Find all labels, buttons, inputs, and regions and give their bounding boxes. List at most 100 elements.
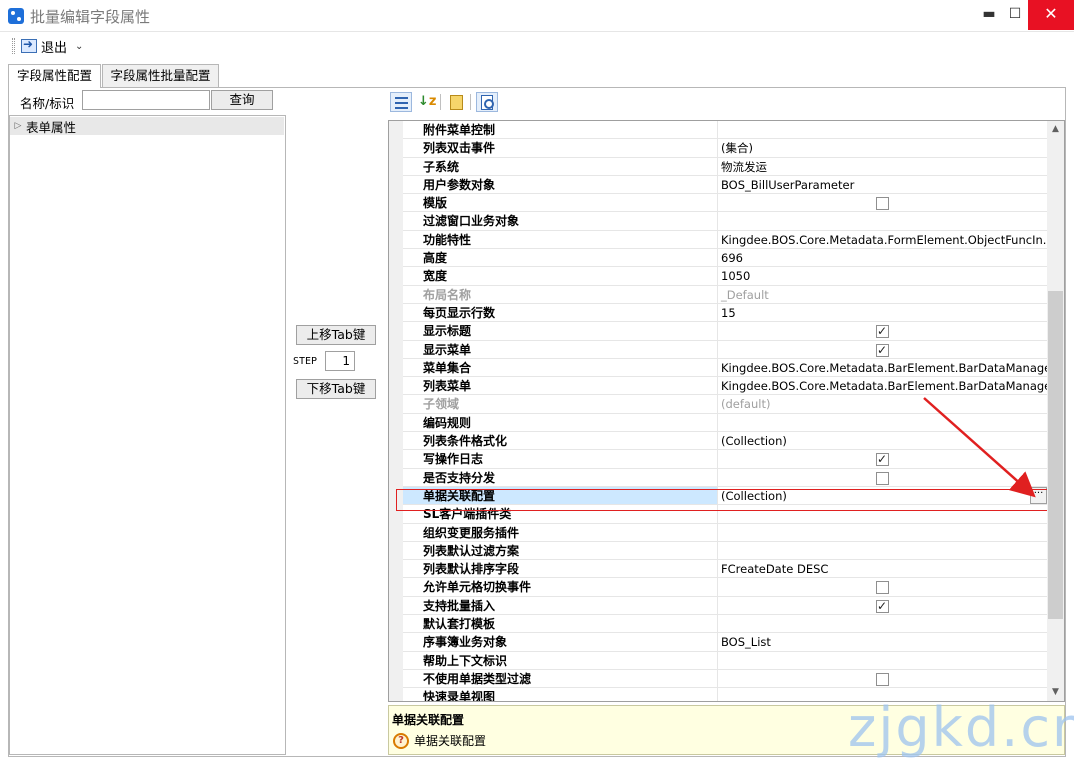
property-checkbox[interactable] xyxy=(876,672,889,686)
property-value[interactable] xyxy=(718,505,1047,522)
property-row[interactable]: 不使用单据类型过滤 xyxy=(403,669,1047,689)
alphabetical-button[interactable]: ↓z xyxy=(414,92,436,112)
property-name: 模版 xyxy=(403,194,718,212)
property-value[interactable]: 696 xyxy=(718,249,1047,266)
property-row[interactable]: 高度 696 xyxy=(403,249,1047,268)
property-row[interactable]: 子领域 (default) xyxy=(403,395,1047,414)
property-checkbox[interactable] xyxy=(876,197,889,211)
property-row[interactable]: 模版 xyxy=(403,194,1047,213)
property-value-text: _Default xyxy=(721,287,769,302)
property-row[interactable]: 单据关联配置 (Collection) ··· xyxy=(403,486,1047,506)
property-value[interactable] xyxy=(718,121,1047,138)
property-checkbox[interactable] xyxy=(876,450,889,468)
property-value[interactable] xyxy=(718,469,1047,486)
scroll-thumb[interactable] xyxy=(1048,291,1063,619)
property-checkbox[interactable] xyxy=(876,581,889,595)
property-value[interactable] xyxy=(718,670,1047,687)
query-button[interactable]: 查询 xyxy=(211,90,273,110)
property-value[interactable]: Kingdee.BOS.Core.Metadata.BarElement.Bar… xyxy=(718,377,1047,394)
property-value[interactable]: 物流发运 xyxy=(718,158,1047,175)
property-value[interactable]: 1050 xyxy=(718,267,1047,284)
move-up-tab-button[interactable]: 上移Tab键 xyxy=(296,325,376,345)
property-row[interactable]: 是否支持分发 xyxy=(403,468,1047,487)
ellipsis-button[interactable]: ··· xyxy=(1030,486,1047,504)
property-value[interactable] xyxy=(718,450,1047,468)
close-button[interactable]: ✕ xyxy=(1028,0,1074,30)
property-value[interactable]: (Collection) ··· xyxy=(718,486,1047,505)
property-row[interactable]: 支持批量插入 xyxy=(403,596,1047,616)
property-row[interactable]: 编码规则 xyxy=(403,413,1047,433)
property-row[interactable]: 宽度 1050 xyxy=(403,267,1047,286)
properties-button[interactable] xyxy=(476,92,498,112)
property-row[interactable]: 过滤窗口业务对象 xyxy=(403,212,1047,231)
property-row[interactable]: 列表条件格式化 (Collection) xyxy=(403,432,1047,451)
search-input[interactable] xyxy=(82,90,210,110)
property-value[interactable] xyxy=(718,615,1047,632)
property-row[interactable]: 组织变更服务插件 xyxy=(403,523,1047,542)
property-row[interactable]: 列表双击事件 (集合) xyxy=(403,139,1047,158)
property-value[interactable] xyxy=(718,194,1047,211)
scroll-up-icon[interactable]: ▲ xyxy=(1047,121,1064,138)
property-value[interactable] xyxy=(718,578,1047,595)
property-row[interactable]: SL客户端插件类 xyxy=(403,505,1047,524)
property-row[interactable]: 用户参数对象 BOS_BillUserParameter xyxy=(403,175,1047,195)
property-row[interactable]: 功能特性 Kingdee.BOS.Core.Metadata.FormElemen… xyxy=(403,230,1047,250)
property-row[interactable]: 列表菜单 Kingdee.BOS.Core.Metadata.BarElement… xyxy=(403,377,1047,396)
property-value[interactable]: (集合) xyxy=(718,139,1047,156)
property-value[interactable]: Kingdee.BOS.Core.Metadata.FormElement.Ob… xyxy=(718,231,1047,248)
property-row[interactable]: 每页显示行数 15 xyxy=(403,303,1047,323)
property-value[interactable] xyxy=(718,414,1047,431)
property-value[interactable]: _Default xyxy=(718,286,1047,303)
property-value[interactable] xyxy=(718,341,1047,358)
property-row[interactable]: 附件菜单控制 xyxy=(403,121,1047,140)
property-row[interactable]: 显示标题 xyxy=(403,322,1047,341)
property-value[interactable] xyxy=(718,652,1047,669)
property-checkbox[interactable] xyxy=(876,341,889,358)
property-value[interactable] xyxy=(718,322,1047,340)
property-row[interactable]: 帮助上下文标识 xyxy=(403,651,1047,670)
categorized-button[interactable] xyxy=(390,92,412,112)
property-name: 写操作日志 xyxy=(403,450,718,468)
property-row[interactable]: 布局名称 _Default xyxy=(403,285,1047,304)
property-row[interactable]: 显示菜单 xyxy=(403,340,1047,359)
expand-arrow-icon[interactable]: ▷ xyxy=(10,121,26,131)
property-row[interactable]: 菜单集合 Kingdee.BOS.Core.Metadata.BarElement… xyxy=(403,358,1047,378)
tab-batch-field-properties[interactable]: 字段属性批量配置 xyxy=(102,64,219,87)
vertical-scrollbar[interactable]: ▲ ▼ xyxy=(1047,121,1064,701)
property-value[interactable] xyxy=(718,597,1047,614)
property-row[interactable]: 序事簿业务对象 BOS_List xyxy=(403,633,1047,652)
property-checkbox[interactable] xyxy=(876,471,889,485)
property-grid-gutter xyxy=(389,121,403,701)
property-row[interactable]: 列表默认排序字段 FCreateDate DESC xyxy=(403,560,1047,579)
property-pages-button[interactable] xyxy=(446,92,468,112)
property-value[interactable]: BOS_BillUserParameter xyxy=(718,176,1047,193)
property-value[interactable]: (Collection) xyxy=(718,432,1047,449)
chevron-down-icon[interactable]: ⌄ xyxy=(75,41,83,52)
step-input[interactable]: 1 xyxy=(325,351,355,371)
property-row[interactable]: 默认套打模板 xyxy=(403,615,1047,634)
property-row[interactable]: 子系统 物流发运 xyxy=(403,157,1047,176)
exit-button[interactable]: 退出 ⌄ xyxy=(21,36,83,56)
tab-field-properties[interactable]: 字段属性配置 xyxy=(8,64,101,88)
properties-icon xyxy=(481,95,494,110)
tree-item-form-properties[interactable]: ▷ 表单属性 xyxy=(10,117,284,135)
property-value[interactable] xyxy=(718,524,1047,541)
maximize-button[interactable]: ☐ xyxy=(1000,0,1030,30)
property-value-text: (default) xyxy=(721,397,771,412)
property-checkbox[interactable] xyxy=(876,597,889,614)
property-value[interactable]: FCreateDate DESC xyxy=(718,560,1047,577)
property-checkbox[interactable] xyxy=(876,322,889,340)
property-value[interactable]: (default) xyxy=(718,395,1047,412)
property-name: 布局名称 xyxy=(403,285,718,303)
property-rows: 附件菜单控制 列表双击事件 (集合) 子系统 物流发运 用户参数对象 BOS_BillUse… xyxy=(403,121,1047,701)
property-value[interactable]: BOS_List xyxy=(718,633,1047,650)
property-row[interactable]: 列表默认过滤方案 xyxy=(403,541,1047,561)
property-row[interactable]: 写操作日志 xyxy=(403,450,1047,469)
property-value[interactable]: Kingdee.BOS.Core.Metadata.BarElement.Bar… xyxy=(718,359,1047,376)
property-row[interactable]: 允许单元格切换事件 xyxy=(403,578,1047,597)
property-value[interactable] xyxy=(718,212,1047,229)
move-down-tab-button[interactable]: 下移Tab键 xyxy=(296,379,376,399)
property-value[interactable]: 15 xyxy=(718,304,1047,321)
property-value[interactable] xyxy=(718,542,1047,559)
property-name: 用户参数对象 xyxy=(403,175,718,194)
